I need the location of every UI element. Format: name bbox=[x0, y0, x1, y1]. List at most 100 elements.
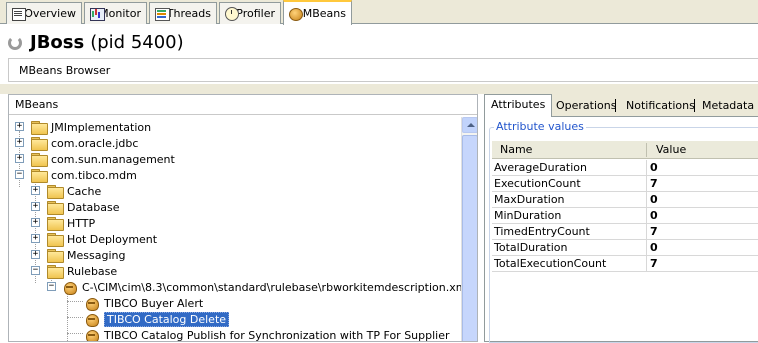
tree-node[interactable]: − com.tibco.mdm bbox=[15, 167, 137, 183]
section-header: MBeans Browser bbox=[8, 58, 758, 82]
folder-icon bbox=[47, 185, 64, 199]
table-row[interactable]: TotalExecutionCount 7 bbox=[492, 256, 758, 272]
loading-spinner-icon bbox=[8, 35, 22, 50]
tree-node[interactable]: + Messaging bbox=[31, 247, 125, 263]
column-header-name[interactable]: Name bbox=[500, 143, 532, 156]
scroll-up-button[interactable] bbox=[462, 117, 477, 133]
table-row[interactable]: AverageDuration 0 bbox=[492, 160, 758, 176]
folder-icon bbox=[47, 201, 64, 215]
tab-monitor[interactable]: Monitor bbox=[84, 2, 147, 24]
tree-node[interactable]: TIBCO Buyer Alert bbox=[85, 295, 203, 311]
folder-icon bbox=[47, 249, 64, 263]
tree-node-label: TIBCO Catalog Delete bbox=[104, 311, 230, 327]
folder-icon bbox=[31, 121, 48, 135]
mbeans-icon bbox=[288, 7, 303, 21]
tab-monitor-label: Monitor bbox=[99, 7, 141, 20]
tree-connector bbox=[67, 317, 83, 318]
table-row[interactable]: TotalDuration 0 bbox=[492, 240, 758, 256]
expand-icon[interactable]: + bbox=[31, 186, 40, 195]
tab-metadata-label: Metadata bbox=[702, 99, 755, 112]
tree-node[interactable]: + com.oracle.jdbc bbox=[15, 135, 138, 151]
tab-threads[interactable]: Threads bbox=[149, 2, 217, 24]
section-header-label: MBeans Browser bbox=[19, 64, 111, 77]
attribute-value: 0 bbox=[650, 193, 658, 206]
table-row[interactable]: TimedEntryCount 7 bbox=[492, 224, 758, 240]
collapse-icon[interactable]: − bbox=[47, 282, 56, 291]
profiler-icon bbox=[224, 6, 240, 21]
tree-node-label: com.sun.management bbox=[51, 152, 175, 166]
tree-node-label: Hot Deployment bbox=[67, 232, 158, 246]
mbean-icon bbox=[85, 313, 99, 327]
mbean-icon bbox=[85, 297, 99, 311]
cell-separator bbox=[646, 160, 647, 176]
tab-overview[interactable]: Overview bbox=[6, 2, 82, 24]
table-row[interactable]: ExecutionCount 7 bbox=[492, 176, 758, 192]
mbeans-panel-title: MBeans bbox=[15, 98, 59, 111]
expand-icon[interactable]: + bbox=[15, 154, 24, 163]
table-row[interactable]: MaxDuration 0 bbox=[492, 192, 758, 208]
scroll-thumb[interactable] bbox=[462, 135, 477, 341]
tree-node-label: Cache bbox=[67, 184, 102, 198]
tree-node[interactable]: TIBCO Catalog Publish for Synchronizatio… bbox=[85, 327, 450, 341]
folder-icon bbox=[31, 153, 48, 167]
tree-node-label: Database bbox=[67, 200, 120, 214]
attribute-name: TimedEntryCount bbox=[494, 225, 590, 238]
threads-icon bbox=[154, 7, 170, 21]
tree-node[interactable]: − Rulebase bbox=[31, 263, 117, 279]
tree-node-label: TIBCO Buyer Alert bbox=[104, 296, 204, 310]
tree-node-label: com.oracle.jdbc bbox=[51, 136, 139, 150]
tree-node[interactable]: − C-\CIM\cim\8.3\common\standard\rulebas… bbox=[47, 279, 461, 295]
tree-node-label: com.tibco.mdm bbox=[51, 168, 137, 182]
table-row[interactable]: MinDuration 0 bbox=[492, 208, 758, 224]
tab-profiler[interactable]: Profiler bbox=[219, 2, 281, 24]
tab-mbeans[interactable]: MBeans bbox=[283, 0, 352, 25]
cell-separator bbox=[646, 224, 647, 240]
tree-node[interactable]: + Database bbox=[31, 199, 120, 215]
cell-separator bbox=[646, 176, 647, 192]
collapse-icon[interactable]: − bbox=[15, 170, 24, 179]
attribute-values-title: Attribute values bbox=[494, 120, 586, 133]
page-title: JBoss (pid 5400) bbox=[8, 32, 184, 53]
attribute-value: 0 bbox=[650, 161, 658, 174]
mbeans-panel-header: MBeans bbox=[9, 95, 477, 115]
tab-metadata[interactable]: Metadata bbox=[696, 96, 758, 116]
divider bbox=[0, 84, 758, 94]
main-tab-strip: Overview Monitor Threads Profiler MBeans bbox=[0, 0, 758, 25]
column-separator bbox=[646, 143, 647, 157]
attribute-tab-strip: Attributes Operations Notifications Meta… bbox=[484, 94, 758, 117]
expand-icon[interactable]: + bbox=[15, 122, 24, 131]
tree-node[interactable]: + HTTP bbox=[31, 215, 95, 231]
tab-profiler-label: Profiler bbox=[236, 7, 275, 20]
tab-threads-label: Threads bbox=[166, 7, 211, 20]
attribute-name: TotalExecutionCount bbox=[494, 257, 607, 270]
column-header-value[interactable]: Value bbox=[656, 143, 686, 156]
tab-operations-label: Operations bbox=[556, 99, 617, 112]
cell-separator bbox=[646, 256, 647, 272]
mbeans-tree-panel: MBeans + JMImplementation + com.oracle.j… bbox=[8, 94, 478, 342]
mbeans-tree[interactable]: + JMImplementation + com.oracle.jdbc + c… bbox=[9, 117, 461, 341]
tab-attributes[interactable]: Attributes bbox=[484, 94, 553, 117]
attribute-name: ExecutionCount bbox=[494, 177, 581, 190]
tree-node-selected[interactable]: TIBCO Catalog Delete bbox=[85, 311, 230, 327]
tree-node[interactable]: + Cache bbox=[31, 183, 101, 199]
expand-icon[interactable]: + bbox=[31, 218, 40, 227]
attribute-name: MinDuration bbox=[494, 209, 562, 222]
tree-node-label: HTTP bbox=[67, 216, 96, 230]
expand-icon[interactable]: + bbox=[15, 138, 24, 147]
tab-operations[interactable]: Operations bbox=[550, 96, 622, 116]
tree-scrollbar[interactable] bbox=[461, 117, 477, 341]
folder-icon bbox=[47, 217, 64, 231]
process-id: (pid 5400) bbox=[90, 32, 184, 53]
tab-overview-label: Overview bbox=[24, 7, 76, 20]
expand-icon[interactable]: + bbox=[31, 234, 40, 243]
tab-separator bbox=[615, 99, 616, 112]
collapse-icon[interactable]: − bbox=[31, 266, 40, 275]
mbean-icon bbox=[63, 281, 77, 295]
expand-icon[interactable]: + bbox=[31, 202, 40, 211]
tree-node[interactable]: + com.sun.management bbox=[15, 151, 175, 167]
tree-node-label: JMImplementation bbox=[51, 120, 152, 134]
tab-notifications[interactable]: Notifications bbox=[620, 96, 701, 116]
tree-node[interactable]: + Hot Deployment bbox=[31, 231, 157, 247]
expand-icon[interactable]: + bbox=[31, 250, 40, 259]
tree-node[interactable]: + JMImplementation bbox=[15, 119, 151, 135]
